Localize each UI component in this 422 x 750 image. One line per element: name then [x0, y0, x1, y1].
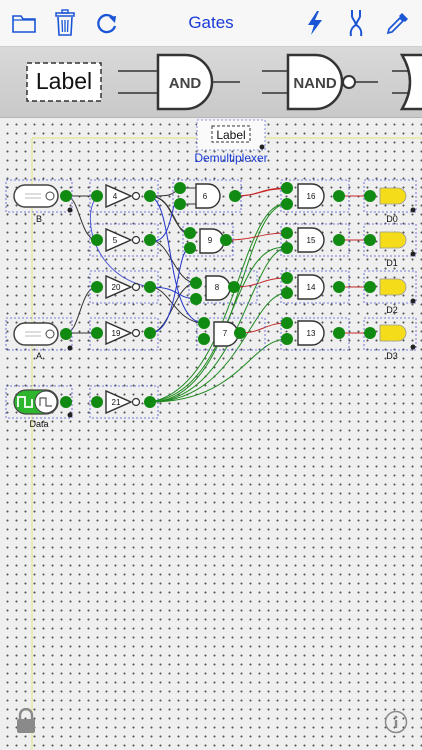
output-led-d1[interactable]: [363, 223, 417, 257]
and-gate-16[interactable]: 16: [280, 179, 350, 213]
component-palette: Label AND NAND: [0, 47, 422, 118]
palette-label-text: Label: [36, 68, 92, 94]
and-gate-6[interactable]: 6: [172, 179, 242, 213]
and-gate-14[interactable]: 14: [280, 270, 350, 304]
not-gate-4[interactable]: 4: [89, 179, 159, 213]
gate-6-number: 6: [203, 192, 208, 201]
gate-5-number: 5: [113, 236, 118, 245]
not-gate-21[interactable]: 21: [89, 385, 159, 419]
gate-21-number: 21: [112, 398, 121, 407]
not-gate-5[interactable]: 5: [89, 223, 159, 257]
gate-15-number: 15: [307, 236, 316, 245]
lightning-icon[interactable]: [300, 8, 330, 38]
gate-13-number: 13: [307, 329, 316, 338]
input-data-label: Data: [29, 419, 48, 429]
and-gate-13[interactable]: 13: [280, 317, 350, 351]
palette-and-gate[interactable]: AND: [118, 53, 240, 111]
gate-19-number: 19: [112, 329, 121, 338]
lock-icon[interactable]: [14, 707, 38, 739]
and-gate-8[interactable]: 8: [188, 270, 258, 305]
circuit-title-label[interactable]: Label: [196, 119, 266, 151]
input-a-label: A: [36, 351, 42, 361]
gate-20-number: 20: [112, 283, 121, 292]
cable-cutter-icon[interactable]: [341, 8, 371, 38]
eyedropper-icon[interactable]: [383, 8, 413, 38]
input-b-label: B: [36, 214, 42, 224]
output-d1-label: D1: [386, 258, 398, 268]
not-gate-19[interactable]: 19: [89, 317, 159, 351]
info-icon[interactable]: [384, 710, 408, 739]
output-d0-label: D0: [386, 214, 398, 224]
gate-16-number: 16: [307, 192, 316, 201]
circuit-canvas[interactable]: Label Demultiplexer B A Data 4 5 20 19 2…: [0, 118, 422, 750]
and-gate-15[interactable]: 15: [280, 223, 350, 257]
input-switch-b[interactable]: [5, 179, 73, 213]
output-d3-label: D3: [386, 351, 398, 361]
toolbar: Gates: [0, 0, 422, 47]
gate-8-number: 8: [215, 283, 220, 292]
gate-9-number: 9: [208, 236, 213, 245]
output-led-d0[interactable]: [363, 179, 417, 213]
gate-4-number: 4: [113, 192, 118, 201]
palette-or-gate-partial[interactable]: [392, 53, 422, 111]
title-label-text: Label: [216, 128, 245, 142]
output-d2-label: D2: [386, 305, 398, 315]
gate-14-number: 14: [307, 283, 316, 292]
input-switch-a[interactable]: [5, 317, 73, 351]
palette-and-text: AND: [169, 75, 202, 92]
circuit-caption: Demultiplexer: [194, 151, 267, 165]
palette-nand-text: NAND: [293, 75, 336, 92]
gate-7-number: 7: [223, 329, 228, 338]
input-clock-data[interactable]: [5, 385, 73, 419]
palette-label-item[interactable]: Label: [26, 62, 102, 102]
output-led-d2[interactable]: [363, 270, 417, 304]
and-gate-9[interactable]: 9: [182, 223, 234, 257]
palette-nand-gate[interactable]: NAND: [262, 53, 378, 111]
output-led-d3[interactable]: [363, 317, 417, 351]
not-gate-20[interactable]: 20: [89, 270, 159, 304]
